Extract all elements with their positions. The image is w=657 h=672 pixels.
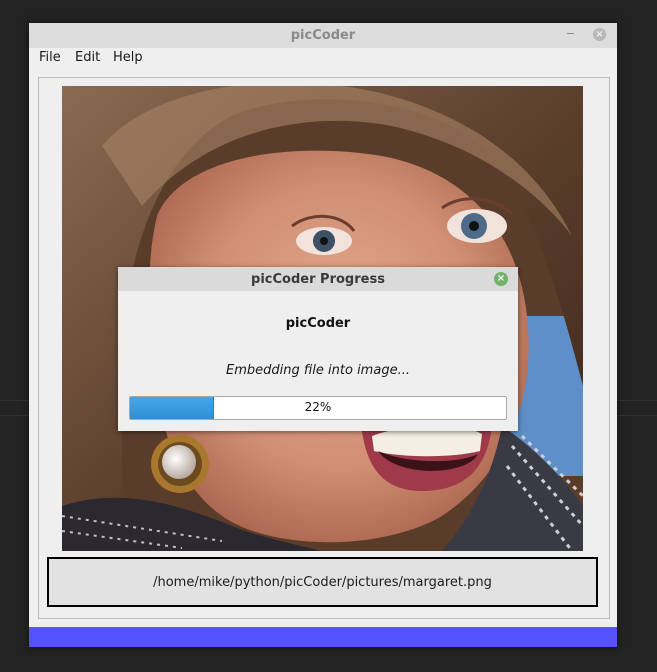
progress-dialog: picCoder Progress × picCoder Embedding f… <box>118 267 518 431</box>
menu-file[interactable]: File <box>39 50 61 65</box>
dialog-title: picCoder Progress <box>251 272 385 287</box>
window-close-icon[interactable]: × <box>593 28 606 41</box>
dialog-message: Embedding file into image... <box>226 363 410 378</box>
window-titlebar[interactable]: picCoder × <box>29 23 617 49</box>
menu-help[interactable]: Help <box>113 50 143 65</box>
file-path-text: /home/mike/python/picCoder/pictures/marg… <box>153 574 492 590</box>
minimize-icon[interactable] <box>565 27 577 39</box>
menu-edit[interactable]: Edit <box>75 50 100 65</box>
file-path-display: /home/mike/python/picCoder/pictures/marg… <box>47 557 598 607</box>
status-bar <box>29 627 617 647</box>
dialog-heading: picCoder <box>285 316 351 331</box>
menubar: File Edit Help <box>29 48 617 68</box>
progress-bar: 22% <box>129 396 507 420</box>
dialog-titlebar[interactable]: picCoder Progress × <box>118 267 518 291</box>
window-title: picCoder <box>290 28 356 43</box>
dialog-close-icon[interactable]: × <box>494 272 508 286</box>
progress-percent: 22% <box>304 400 332 414</box>
